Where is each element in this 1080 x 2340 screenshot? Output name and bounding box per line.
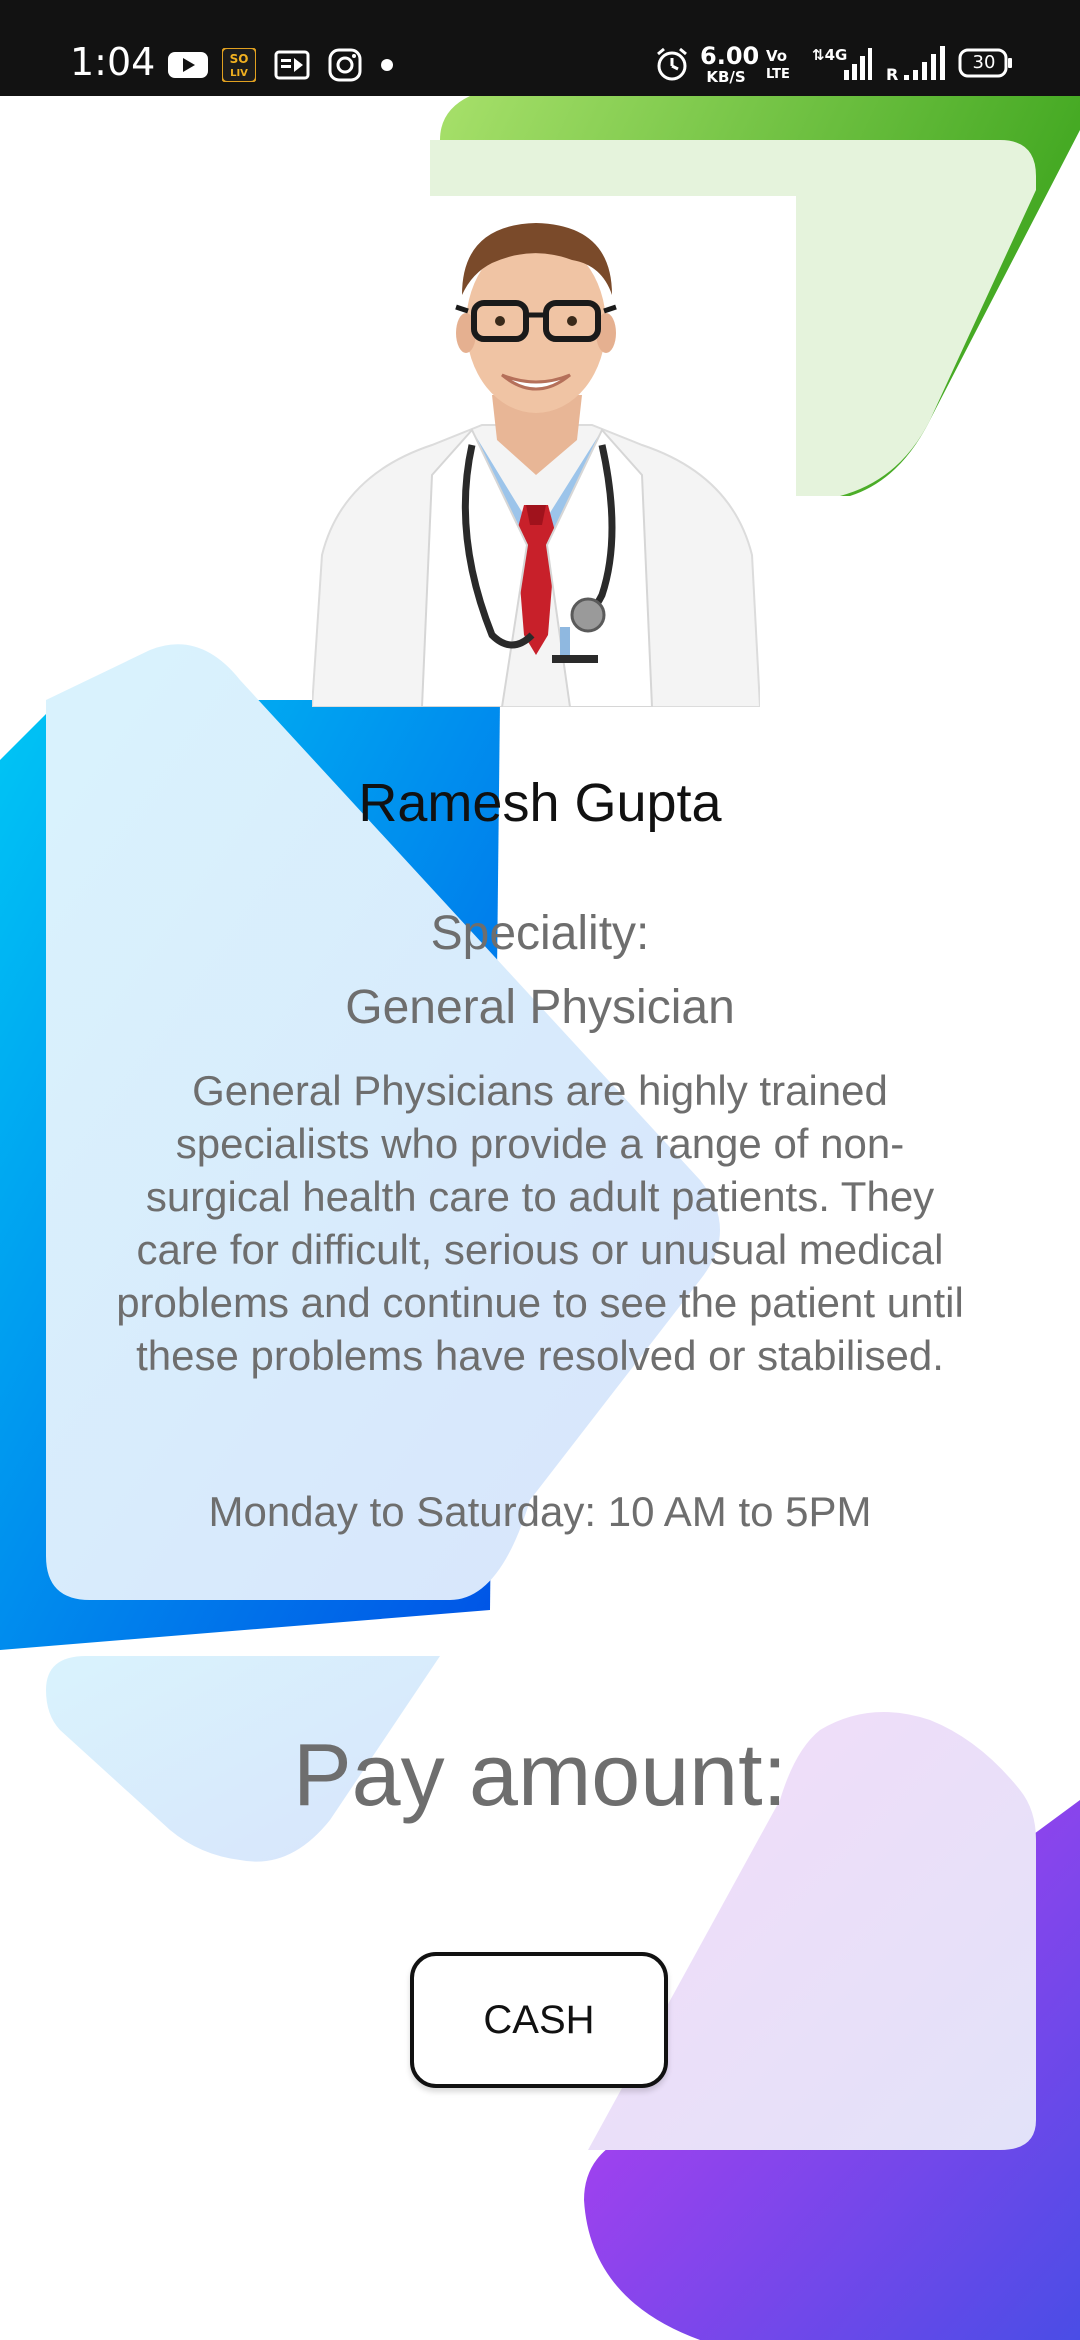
- signal-4g-icon: ⇅4G: [812, 46, 872, 80]
- speciality-label: Speciality:: [430, 907, 650, 960]
- youtube-icon: [168, 52, 208, 78]
- speciality-value: General Physician: [345, 981, 735, 1034]
- doctor-details-screen: Ramesh Gupta Speciality: General Physici…: [0, 0, 1080, 2340]
- battery-level: 30: [972, 52, 996, 73]
- cash-button[interactable]: CASH: [410, 1952, 668, 2088]
- svg-text:R: R: [886, 65, 898, 84]
- working-hours: Monday to Saturday: 10 AM to 5PM: [208, 1488, 872, 1535]
- doctor-photo: [312, 215, 760, 707]
- svg-text:Vo: Vo: [766, 47, 787, 65]
- svg-text:SO: SO: [230, 52, 249, 66]
- volte-icon: Vo LTE: [766, 47, 790, 82]
- status-bar: 1:04 SO LIV 6.00 KB/S Vo LTE ⇅4G R 30: [0, 0, 1080, 96]
- media-icon: [274, 50, 310, 80]
- more-notifications-dot-icon: [381, 59, 393, 71]
- network-speed-value: 6.00: [700, 42, 760, 70]
- instagram-icon: [328, 48, 362, 82]
- svg-text:LTE: LTE: [766, 67, 790, 82]
- signal-roaming-icon: R: [886, 46, 945, 84]
- speciality-description: General Physicians are highly trained sp…: [116, 1067, 964, 1379]
- svg-text:⇅4G: ⇅4G: [812, 46, 847, 64]
- status-time: 1:04: [70, 40, 156, 84]
- pay-amount-label: Pay amount:: [292, 1725, 788, 1824]
- network-speed-unit: KB/S: [706, 68, 746, 86]
- alarm-icon: [657, 47, 687, 81]
- doctor-name: Ramesh Gupta: [358, 773, 722, 833]
- svg-text:LIV: LIV: [230, 68, 248, 79]
- app-notification-icon: SO LIV: [222, 48, 256, 82]
